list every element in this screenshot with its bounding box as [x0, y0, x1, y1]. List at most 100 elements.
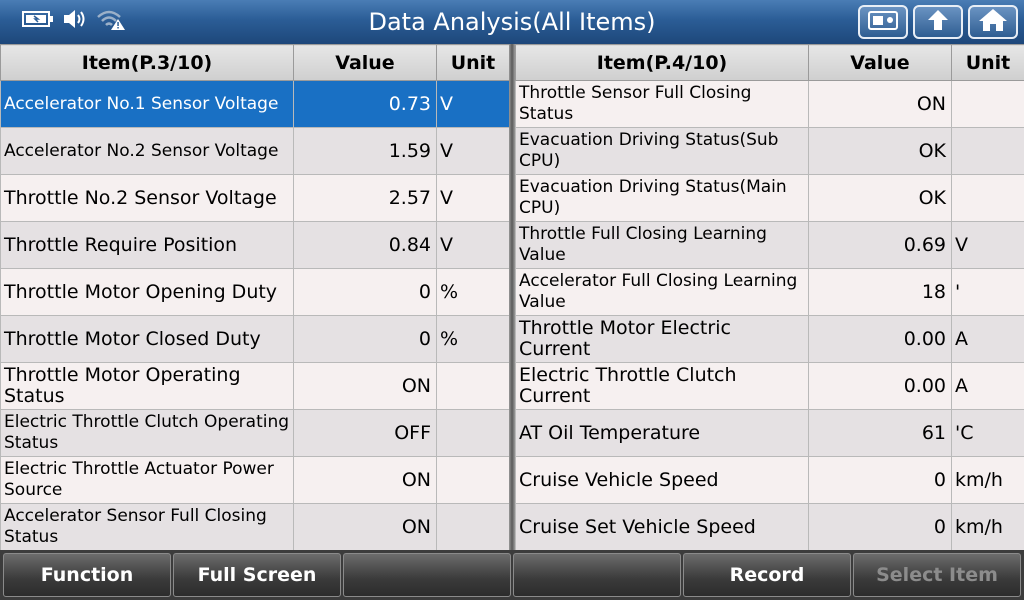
bottom-toolbar: Function Full Screen Record Select Item — [0, 550, 1024, 600]
row-unit — [951, 127, 1024, 175]
row-unit: km/h — [951, 503, 1024, 551]
home-button[interactable] — [968, 5, 1018, 39]
table-row[interactable]: Cruise Set Vehicle Speed 0 km/h — [515, 503, 1024, 551]
row-value: ON — [293, 362, 437, 410]
table-row[interactable]: Evacuation Driving Status(Main CPU) OK — [515, 174, 1024, 222]
back-arrow-icon — [924, 8, 952, 36]
row-item: Electric Throttle Clutch Current — [515, 362, 809, 410]
row-unit: 'C — [951, 409, 1024, 457]
row-value: 0.69 — [808, 221, 952, 269]
table-header: Item(P.3/10) Value Unit — [0, 44, 510, 81]
row-item: Throttle Sensor Full Closing Status — [515, 80, 809, 128]
row-item: Throttle Motor Closed Duty — [0, 315, 294, 363]
table-header: Item(P.4/10) Value Unit — [515, 44, 1024, 81]
row-unit — [951, 80, 1024, 128]
function-button[interactable]: Function — [3, 553, 171, 597]
row-unit — [436, 503, 510, 551]
table-row[interactable]: Electric Throttle Clutch Current 0.00 A — [515, 362, 1024, 410]
row-item: Throttle Motor Operating Status — [0, 362, 294, 410]
column-header-value: Value — [808, 44, 952, 81]
row-unit: V — [951, 221, 1024, 269]
row-item: Throttle No.2 Sensor Voltage — [0, 174, 294, 222]
table-row[interactable]: Accelerator Sensor Full Closing Status ON — [0, 503, 510, 551]
row-unit: % — [436, 315, 510, 363]
row-value: 0.73 — [293, 80, 437, 128]
row-item: Throttle Full Closing Learning Value — [515, 221, 809, 269]
row-item: Evacuation Driving Status(Main CPU) — [515, 174, 809, 222]
row-value: 61 — [808, 409, 952, 457]
empty-button-2[interactable] — [513, 553, 681, 597]
left-data-table: Item(P.3/10) Value Unit Accelerator No.1… — [0, 44, 510, 551]
table-row[interactable]: Electric Throttle Clutch Operating Statu… — [0, 409, 510, 457]
row-unit — [436, 409, 510, 457]
table-row[interactable]: Throttle No.2 Sensor Voltage 2.57 V — [0, 174, 510, 222]
row-unit: V — [436, 221, 510, 269]
row-value: OFF — [293, 409, 437, 457]
row-unit: A — [951, 315, 1024, 363]
table-row[interactable]: Accelerator No.2 Sensor Voltage 1.59 V — [0, 127, 510, 175]
column-header-item: Item(P.3/10) — [0, 44, 294, 81]
column-header-unit: Unit — [951, 44, 1024, 81]
table-row[interactable]: Throttle Motor Electric Current 0.00 A — [515, 315, 1024, 363]
title-bar: Data Analysis(All Items) — [0, 0, 1024, 44]
row-value: 0 — [293, 268, 437, 316]
table-row[interactable]: Throttle Sensor Full Closing Status ON — [515, 80, 1024, 128]
row-value: 0.00 — [808, 362, 952, 410]
home-icon — [978, 8, 1008, 36]
table-row[interactable]: Throttle Require Position 0.84 V — [0, 221, 510, 269]
row-value: 0 — [293, 315, 437, 363]
column-header-item: Item(P.4/10) — [515, 44, 809, 81]
table-row[interactable]: Evacuation Driving Status(Sub CPU) OK — [515, 127, 1024, 175]
row-item: Throttle Motor Opening Duty — [0, 268, 294, 316]
table-row[interactable]: AT Oil Temperature 61 'C — [515, 409, 1024, 457]
table-row[interactable]: Cruise Vehicle Speed 0 km/h — [515, 456, 1024, 504]
row-value: 2.57 — [293, 174, 437, 222]
table-row[interactable]: Throttle Motor Closed Duty 0% — [0, 315, 510, 363]
row-value: OK — [808, 127, 952, 175]
record-screen-button[interactable] — [858, 5, 908, 39]
row-item: Throttle Motor Electric Current — [515, 315, 809, 363]
row-item: Cruise Vehicle Speed — [515, 456, 809, 504]
row-unit: A — [951, 362, 1024, 410]
table-row[interactable]: Accelerator No.1 Sensor Voltage 0.73 V — [0, 80, 510, 128]
row-item: Accelerator No.2 Sensor Voltage — [0, 127, 294, 175]
row-value: 0 — [808, 456, 952, 504]
row-item: Accelerator Full Closing Learning Value — [515, 268, 809, 316]
row-item: Electric Throttle Actuator Power Source — [0, 456, 294, 504]
row-value: 18 — [808, 268, 952, 316]
select-item-button: Select Item — [853, 553, 1021, 597]
table-row[interactable]: Throttle Motor Opening Duty 0% — [0, 268, 510, 316]
row-item: Electric Throttle Clutch Operating Statu… — [0, 409, 294, 457]
row-value: 1.59 — [293, 127, 437, 175]
row-item: Accelerator Sensor Full Closing Status — [0, 503, 294, 551]
table-row[interactable]: Electric Throttle Actuator Power Source O… — [0, 456, 510, 504]
row-unit — [951, 174, 1024, 222]
right-data-table: Item(P.4/10) Value Unit Throttle Sensor … — [515, 44, 1024, 551]
row-unit: % — [436, 268, 510, 316]
row-value: 0.00 — [808, 315, 952, 363]
row-value: ON — [293, 503, 437, 551]
row-unit — [436, 456, 510, 504]
row-unit: V — [436, 174, 510, 222]
empty-button-1[interactable] — [343, 553, 511, 597]
row-item: Cruise Set Vehicle Speed — [515, 503, 809, 551]
row-unit — [436, 362, 510, 410]
record-screen-icon — [868, 9, 898, 35]
row-value: ON — [808, 80, 952, 128]
row-unit: ' — [951, 268, 1024, 316]
row-value: 0 — [808, 503, 952, 551]
row-value: 0.84 — [293, 221, 437, 269]
table-row[interactable]: Accelerator Full Closing Learning Value 1… — [515, 268, 1024, 316]
back-button[interactable] — [913, 5, 963, 39]
row-item: Evacuation Driving Status(Sub CPU) — [515, 127, 809, 175]
column-header-value: Value — [293, 44, 437, 81]
table-row[interactable]: Throttle Motor Operating Status ON — [0, 362, 510, 410]
table-row[interactable]: Throttle Full Closing Learning Value 0.69… — [515, 221, 1024, 269]
row-item: Accelerator No.1 Sensor Voltage — [0, 80, 294, 128]
full-screen-button[interactable]: Full Screen — [173, 553, 341, 597]
row-unit: km/h — [951, 456, 1024, 504]
record-button[interactable]: Record — [683, 553, 851, 597]
row-unit: V — [436, 80, 510, 128]
row-unit: V — [436, 127, 510, 175]
column-header-unit: Unit — [436, 44, 510, 81]
